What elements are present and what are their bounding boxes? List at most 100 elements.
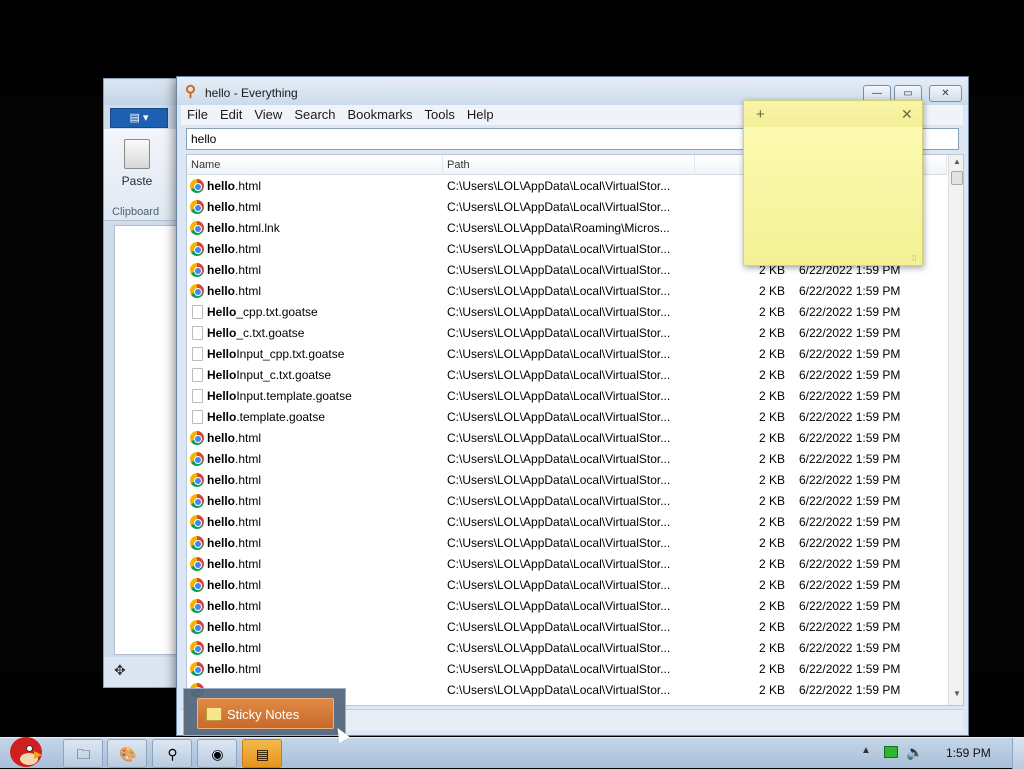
paint-file-tab[interactable]: ▤ ▾ — [110, 108, 168, 128]
result-row[interactable]: hello.html C:\Users\LOL\AppData\Local\Vir… — [187, 533, 947, 554]
file-size: 2 KB — [759, 473, 786, 487]
file-date-modified: 6/22/2022 1:59 PM — [799, 473, 901, 487]
network-icon[interactable] — [884, 746, 898, 758]
add-note-icon[interactable]: + — [756, 106, 765, 123]
sticky-note-header[interactable] — [744, 101, 922, 127]
chrome-button[interactable]: ◉ — [197, 739, 237, 768]
resize-grip-icon[interactable]: ⁞⁞ — [912, 254, 916, 263]
file-size: 2 KB — [759, 599, 786, 613]
file-size: 2 KB — [759, 284, 786, 298]
file-name: hello.html — [207, 494, 262, 508]
paint-button[interactable]: 🎨 — [107, 739, 147, 768]
result-row[interactable]: hello.html C:\Users\LOL\AppData\Local\Vir… — [187, 512, 947, 533]
result-row[interactable]: Hello_c.txt.goatse C:\Users\LOL\AppData\L… — [187, 323, 947, 344]
file-name: hello.html — [207, 242, 262, 256]
file-size: 2 KB — [759, 494, 786, 508]
result-row[interactable]: Hello_cpp.txt.goatse C:\Users\LOL\AppData… — [187, 302, 947, 323]
menu-view[interactable]: View — [248, 105, 288, 125]
menu-tools[interactable]: Tools — [419, 105, 461, 125]
result-row[interactable]: HelloInput_c.txt.goatse C:\Users\LOL\AppD… — [187, 365, 947, 386]
chrome-file-icon — [190, 284, 204, 298]
file-size: 2 KB — [759, 389, 786, 403]
file-name: hello.html — [207, 473, 262, 487]
file-name: hello.html — [207, 536, 262, 550]
result-row[interactable]: HelloInput_cpp.txt.goatse C:\Users\LOL\Ap… — [187, 344, 947, 365]
file-size: 2 KB — [759, 347, 786, 361]
file-date-modified: 6/22/2022 1:59 PM — [799, 683, 901, 697]
result-row[interactable]: hello.html C:\Users\LOL\AppData\Local\Vir… — [187, 659, 947, 680]
explorer-button[interactable]: 🗀 — [63, 739, 103, 768]
chrome-file-icon — [190, 263, 204, 277]
close-button[interactable]: ✕ — [929, 85, 962, 102]
bird-eye — [26, 745, 33, 752]
paint-canvas[interactable] — [114, 225, 180, 655]
paste-button-label[interactable]: Paste — [112, 174, 162, 188]
result-row[interactable]: HelloInput.template.goatse C:\Users\LOL\A… — [187, 386, 947, 407]
result-row[interactable]: hello.html C:\Users\LOL\AppData\Local\Vir… — [187, 470, 947, 491]
scroll-down-arrow-icon[interactable]: ▼ — [949, 689, 963, 701]
menu-edit[interactable]: Edit — [214, 105, 248, 125]
column-header-name[interactable]: Name — [187, 155, 443, 175]
vertical-scrollbar[interactable]: ▲ ▼ — [948, 155, 963, 705]
document-file-icon — [192, 326, 203, 340]
file-size: 2 KB — [759, 452, 786, 466]
sticky-note[interactable]: + ✕ ⁞⁞ — [743, 100, 923, 266]
file-size: 2 KB — [759, 305, 786, 319]
result-row[interactable]: hello.html C:\Users\LOL\AppData\Local\Vir… — [187, 428, 947, 449]
result-row[interactable]: hello.html C:\Users\LOL\AppData\Local\Vir… — [187, 449, 947, 470]
sticky-notes-button[interactable]: ▤ — [242, 739, 282, 768]
chrome-file-icon — [190, 557, 204, 571]
file-date-modified: 6/22/2022 1:59 PM — [799, 284, 901, 298]
document-file-icon — [192, 410, 203, 424]
file-name: Hello_c.txt.goatse — [207, 326, 305, 340]
file-path: C:\Users\LOL\AppData\Local\VirtualStor..… — [447, 515, 671, 529]
file-path: C:\Users\LOL\AppData\Local\VirtualStor..… — [447, 200, 671, 214]
file-name: hello.html — [207, 284, 262, 298]
menu-help[interactable]: Help — [461, 105, 500, 125]
file-date-modified: 6/22/2022 1:59 PM — [799, 494, 901, 508]
chrome-file-icon — [190, 494, 204, 508]
start-button[interactable] — [4, 733, 46, 769]
column-header-path[interactable]: Path — [443, 155, 695, 175]
menu-search[interactable]: Search — [288, 105, 341, 125]
result-row[interactable]: hello.html C:\Users\LOL\AppData\Local\Vir… — [187, 575, 947, 596]
menu-bookmarks[interactable]: Bookmarks — [342, 105, 419, 125]
everything-button[interactable]: ⚲ — [152, 739, 192, 768]
result-row[interactable]: Hello.template.goatse C:\Users\LOL\AppDat… — [187, 407, 947, 428]
file-path: C:\Users\LOL\AppData\Local\VirtualStor..… — [447, 284, 671, 298]
file-size: 2 KB — [759, 431, 786, 445]
show-desktop-button[interactable] — [1012, 738, 1024, 769]
scroll-up-arrow-icon[interactable]: ▲ — [949, 157, 963, 169]
chrome-file-icon — [190, 536, 204, 550]
chrome-file-icon — [190, 578, 204, 592]
file-path: C:\Users\LOL\AppData\Local\VirtualStor..… — [447, 620, 671, 634]
scroll-thumb[interactable] — [951, 171, 963, 185]
everything-app-icon: ⚲ — [185, 83, 196, 100]
result-row[interactable]: hello.html C:\Users\LOL\AppData\Local\Vir… — [187, 281, 947, 302]
move-icon: ✥ — [114, 662, 126, 678]
chrome-file-icon — [190, 431, 204, 445]
paste-icon[interactable] — [124, 139, 150, 169]
file-size: 2 KB — [759, 326, 786, 340]
result-row[interactable]: hello.html C:\Users\LOL\AppData\Local\Vir… — [187, 617, 947, 638]
file-date-modified: 6/22/2022 1:59 PM — [799, 368, 901, 382]
file-path: C:\Users\LOL\AppData\Local\VirtualStor..… — [447, 578, 671, 592]
result-row[interactable]: hello.html C:\Users\LOL\AppData\Local\Vir… — [187, 638, 947, 659]
close-note-icon[interactable]: ✕ — [901, 106, 913, 123]
chrome-file-icon — [190, 662, 204, 676]
file-name: hello.html — [207, 662, 262, 676]
result-row[interactable]: hello.html C:\Users\LOL\AppData\Local\Vir… — [187, 554, 947, 575]
file-date-modified: 6/22/2022 1:59 PM — [799, 305, 901, 319]
result-row[interactable]: hello.html C:\Users\LOL\AppData\Local\Vir… — [187, 596, 947, 617]
volume-icon[interactable]: 🔈 — [906, 744, 923, 761]
file-name: hello.html — [207, 431, 262, 445]
menu-file[interactable]: File — [181, 105, 214, 125]
file-name: hello.html — [207, 641, 262, 655]
file-date-modified: 6/22/2022 1:59 PM — [799, 410, 901, 424]
show-hidden-icons-icon[interactable]: ▲ — [861, 745, 871, 756]
clock[interactable]: 1:59 PM — [946, 746, 991, 760]
result-row[interactable]: hello.html C:\Users\LOL\AppData\Local\Vir… — [187, 491, 947, 512]
chrome-file-icon — [190, 641, 204, 655]
sticky-notes-thumbnail[interactable]: Sticky Notes — [197, 698, 334, 729]
window-title: hello - Everything — [205, 86, 298, 100]
